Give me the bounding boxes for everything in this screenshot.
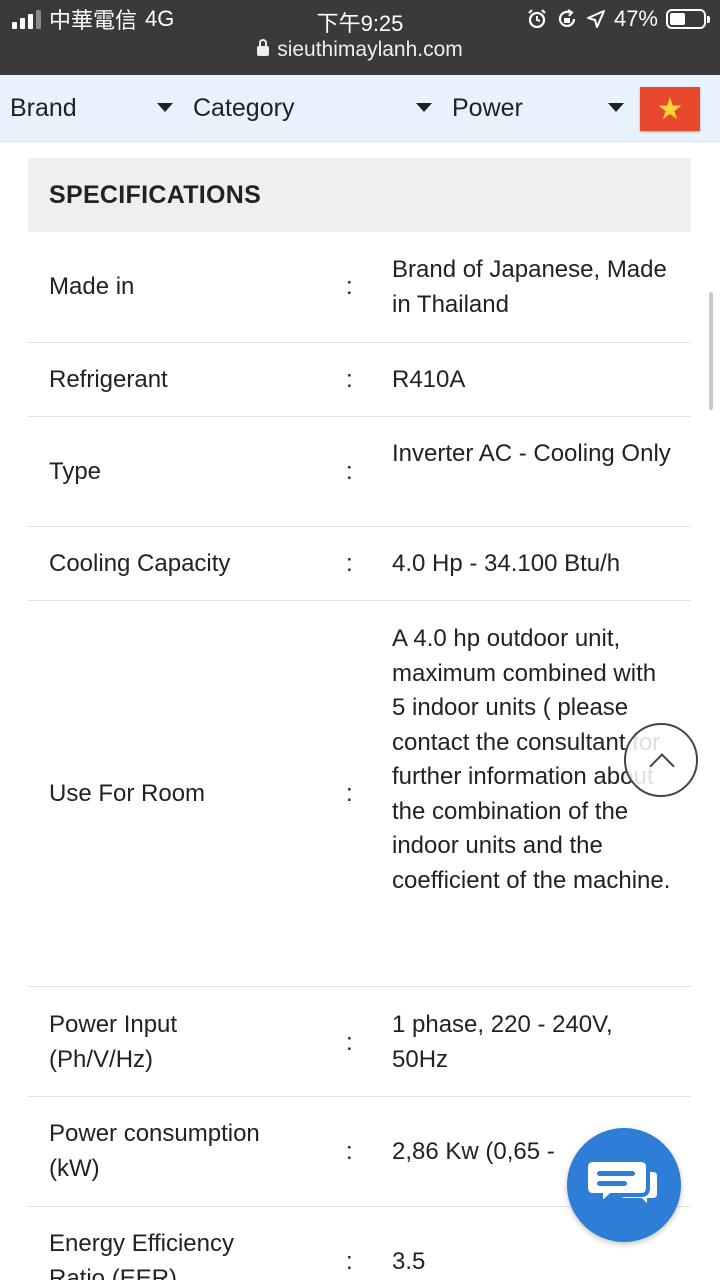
status-bar: 中華電信 4G 下午9:25 47% sieuthimaylanh.com bbox=[0, 0, 720, 75]
spec-row: Made in : Brand of Japanese, Made in Tha… bbox=[28, 232, 691, 343]
spec-value: Brand of Japanese, Made in Thailand bbox=[392, 256, 667, 318]
spec-label: Type bbox=[49, 458, 102, 485]
battery-icon bbox=[666, 9, 710, 29]
spec-separator: : bbox=[346, 550, 353, 577]
specifications-section: SPECIFICATIONS bbox=[28, 158, 691, 232]
chevron-up-icon bbox=[649, 753, 675, 779]
url-text: sieuthimaylanh.com bbox=[277, 38, 463, 61]
vietnam-flag-icon[interactable]: ★ bbox=[640, 87, 700, 131]
battery-percent: 47% bbox=[613, 6, 658, 31]
spec-separator: : bbox=[346, 366, 353, 393]
scroll-to-top-button[interactable] bbox=[624, 723, 698, 797]
spec-label: Use For Room bbox=[49, 780, 206, 807]
category-filter[interactable]: Category bbox=[193, 75, 294, 141]
spec-label: Power consumption (kW) bbox=[49, 1120, 260, 1182]
orientation-lock-icon bbox=[558, 9, 576, 28]
spec-value: R410A bbox=[392, 366, 466, 393]
alarm-icon bbox=[528, 9, 546, 29]
status-icons: 47% bbox=[526, 6, 710, 32]
spec-label: Cooling Capacity bbox=[49, 550, 231, 577]
spec-row: Type : Inverter AC - Cooling Only bbox=[28, 416, 691, 527]
spec-row: Cooling Capacity : 4.0 Hp - 34.100 Btu/h bbox=[28, 526, 691, 601]
spec-row: Power Input (Ph/V/Hz) : 1 phase, 220 - 2… bbox=[28, 986, 691, 1097]
spec-value: 4.0 Hp - 34.100 Btu/h bbox=[392, 550, 621, 577]
spec-value: 3.5 bbox=[392, 1248, 426, 1275]
brand-filter[interactable]: Brand bbox=[10, 75, 77, 141]
chat-button[interactable] bbox=[567, 1128, 681, 1242]
lock-icon bbox=[257, 39, 270, 57]
power-filter[interactable]: Power bbox=[452, 75, 523, 141]
filter-bar: Brand Category Power bbox=[0, 75, 720, 142]
spec-value: Inverter AC - Cooling Only bbox=[392, 440, 671, 467]
spec-label: Refrigerant bbox=[49, 366, 168, 393]
spec-row: Refrigerant : R410A bbox=[28, 342, 691, 417]
spec-row: Use For Room : A 4.0 hp outdoor unit, ma… bbox=[28, 600, 691, 987]
dropdown-caret-icon[interactable] bbox=[416, 103, 432, 112]
spec-label: Energy Efficiency Ratio (EER) bbox=[49, 1230, 234, 1280]
spec-separator: : bbox=[346, 780, 353, 807]
dropdown-caret-icon[interactable] bbox=[608, 103, 624, 112]
spec-separator: : bbox=[346, 1029, 353, 1056]
spec-separator: : bbox=[346, 273, 353, 300]
specifications-title: SPECIFICATIONS bbox=[28, 158, 691, 232]
spec-separator: : bbox=[346, 1248, 353, 1275]
power-filter-label: Power bbox=[452, 93, 523, 122]
spec-value: 1 phase, 220 - 240V, 50Hz bbox=[392, 1011, 613, 1073]
dropdown-caret-icon[interactable] bbox=[157, 103, 173, 112]
brand-filter-label: Brand bbox=[10, 93, 77, 122]
scrollbar[interactable] bbox=[709, 292, 713, 410]
spec-separator: : bbox=[346, 458, 353, 485]
spec-label: Made in bbox=[49, 273, 135, 300]
spec-label: Power Input (Ph/V/Hz) bbox=[49, 1011, 178, 1073]
spec-separator: : bbox=[346, 1138, 353, 1165]
location-icon bbox=[586, 10, 605, 28]
chat-icon bbox=[584, 1158, 661, 1213]
category-filter-label: Category bbox=[193, 93, 295, 122]
address-bar[interactable]: sieuthimaylanh.com bbox=[0, 38, 720, 62]
